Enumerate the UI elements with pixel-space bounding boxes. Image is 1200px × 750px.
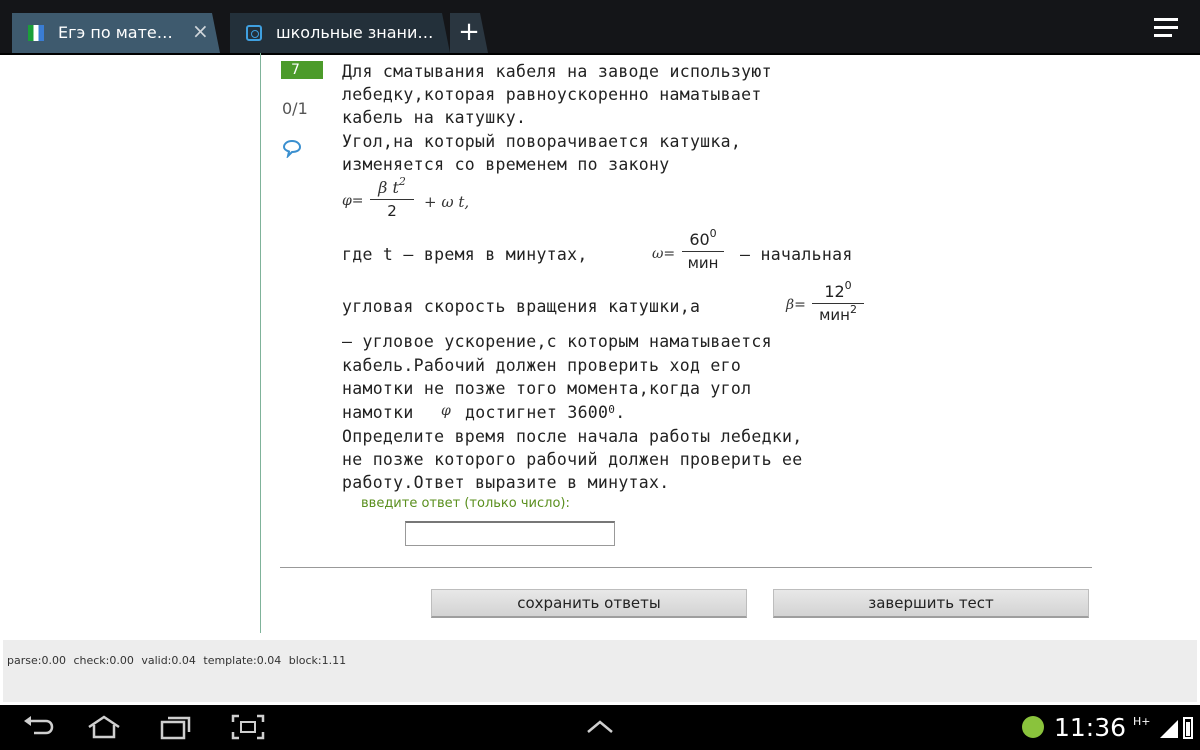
- answer-input[interactable]: [405, 521, 615, 546]
- tab-school-knowledge[interactable]: школьные знани…: [230, 13, 450, 53]
- screenshot-icon[interactable]: [230, 713, 266, 741]
- text-line: не позже которого рабочий должен провери…: [342, 450, 803, 469]
- column-divider: [260, 53, 261, 633]
- formula-symbol: β=: [786, 297, 806, 313]
- tab-title: школьные знани…: [276, 23, 434, 42]
- question-score: 0/1: [282, 99, 308, 118]
- fraction: 120 мин2: [812, 279, 864, 324]
- fraction: β t2 2: [370, 175, 414, 220]
- flag-favicon-icon: [28, 25, 44, 41]
- text-line: достигнет 36000.: [465, 403, 626, 422]
- text-line: изменяется со временем по закону: [342, 155, 670, 174]
- clock: 11:36: [1054, 713, 1127, 742]
- separator: [280, 567, 1092, 568]
- text-line: — угловое ускорение,с которым наматывает…: [342, 332, 772, 351]
- formula-symbol: φ=: [342, 193, 364, 209]
- text-line: Угол,на который поворачивается катушка,: [342, 132, 742, 151]
- comment-icon[interactable]: [282, 138, 302, 158]
- formula-symbol: ω=: [652, 246, 676, 262]
- close-icon[interactable]: ×: [192, 19, 209, 43]
- menu-icon[interactable]: [1154, 16, 1184, 40]
- fraction-numerator: β t2: [378, 175, 406, 197]
- text-line: Для сматывания кабеля на заводе использу…: [342, 62, 772, 81]
- signal-icon: [1160, 720, 1178, 738]
- text-line: кабель.Рабочий должен проверить ход его: [342, 356, 742, 375]
- tab-ege-math[interactable]: Егэ по мате… ×: [12, 13, 220, 53]
- chevron-up-icon[interactable]: [582, 713, 618, 741]
- fraction: 600 мин: [682, 227, 724, 272]
- system-navigation-bar: 11:36 H+: [0, 705, 1200, 750]
- text-line: — начальная: [740, 245, 853, 264]
- text-line: кабель на катушку.: [342, 108, 527, 127]
- battery-icon: [1183, 717, 1193, 739]
- answer-hint: введите ответ (только число):: [361, 496, 570, 511]
- finish-test-button[interactable]: завершить тест: [773, 589, 1089, 618]
- globe-favicon-icon: [246, 25, 262, 41]
- text-line: угловая скорость вращения катушки,а: [342, 297, 701, 316]
- text-line: где t — время в минутах,: [342, 245, 588, 264]
- save-answers-button[interactable]: сохранить ответы: [431, 589, 747, 618]
- text-line: намотки: [342, 403, 414, 422]
- text-line: лебедку,которая равноускоренно наматывае…: [342, 85, 762, 104]
- debug-stats: parse:0.00 check:0.00 valid:0.04 templat…: [7, 654, 347, 667]
- text-line: работу.Ответ выразите в минутах.: [342, 473, 670, 492]
- home-icon[interactable]: [86, 713, 122, 741]
- browser-tab-bar: Егэ по мате… × школьные знани… +: [0, 0, 1200, 55]
- text-line: Определите время после начала работы леб…: [342, 427, 803, 446]
- text-line: намотки не позже того момента,когда угол: [342, 379, 752, 398]
- debug-stats-panel: parse:0.00 check:0.00 valid:0.04 templat…: [3, 640, 1197, 702]
- android-icon: [1022, 716, 1044, 738]
- fraction-denominator: 2: [387, 202, 397, 220]
- question-number-badge: 7: [281, 61, 323, 79]
- back-icon[interactable]: [20, 713, 56, 741]
- formula-symbol: φ: [441, 403, 451, 419]
- formula-tail: + ω t,: [424, 193, 470, 211]
- recent-apps-icon[interactable]: [158, 713, 194, 741]
- tab-title: Егэ по мате…: [58, 23, 173, 42]
- new-tab-button[interactable]: +: [450, 13, 488, 53]
- network-indicator: H+: [1133, 715, 1151, 728]
